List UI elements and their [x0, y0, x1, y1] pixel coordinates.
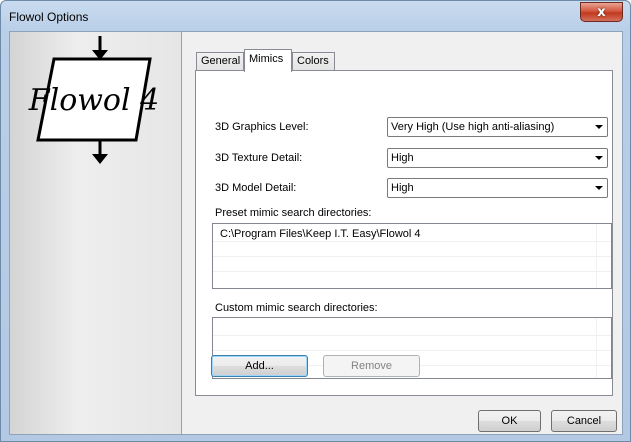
list-item[interactable]: C:\Program Files\Keep I.T. Easy\Flowol 4	[213, 227, 611, 242]
graphics-level-value: Very High (Use high anti-aliasing)	[391, 121, 555, 133]
chevron-down-icon	[595, 186, 603, 190]
texture-detail-value: High	[391, 152, 414, 164]
graphics-level-label: 3D Graphics Level:	[215, 121, 309, 133]
window-title: Flowol Options	[9, 10, 89, 24]
texture-detail-label: 3D Texture Detail:	[215, 152, 303, 164]
remove-button[interactable]: Remove	[323, 355, 420, 377]
cancel-button-label: Cancel	[566, 415, 602, 427]
ok-button-label: OK	[501, 415, 518, 427]
model-detail-value: High	[391, 182, 414, 194]
add-button[interactable]: Add...	[211, 355, 308, 377]
title-bar[interactable]: Flowol Options x	[1, 1, 630, 31]
custom-directories-label: Custom mimic search directories:	[215, 302, 378, 314]
tab-colors-label: Colors	[297, 55, 329, 67]
ok-button[interactable]: OK	[478, 410, 541, 432]
texture-detail-dropdown[interactable]: High	[387, 148, 608, 168]
cancel-button[interactable]: Cancel	[551, 410, 617, 432]
tab-general[interactable]: General	[196, 52, 244, 71]
graphics-level-dropdown[interactable]: Very High (Use high anti-aliasing)	[387, 117, 608, 137]
chevron-down-icon	[595, 125, 603, 129]
options-window: Flowol Options x Flowol 4 General Mimics…	[0, 0, 631, 442]
tab-mimics[interactable]: Mimics	[244, 49, 292, 72]
preset-directories-list[interactable]: C:\Program Files\Keep I.T. Easy\Flowol 4	[212, 223, 612, 289]
arrow-down-icon	[92, 140, 108, 164]
dialog-client-area: Flowol 4 General Mimics Colors 3D Graphi…	[9, 31, 623, 435]
arrow-down-icon	[92, 36, 108, 60]
flowol-logo: Flowol 4	[28, 36, 159, 164]
tab-colors[interactable]: Colors	[292, 52, 335, 71]
remove-button-label: Remove	[351, 360, 392, 372]
list-item	[213, 257, 611, 272]
list-item	[213, 336, 611, 351]
model-detail-label: 3D Model Detail:	[215, 182, 297, 194]
tab-general-label: General	[201, 55, 241, 67]
preset-directory-path: C:\Program Files\Keep I.T. Easy\Flowol 4	[220, 228, 421, 240]
chevron-down-icon	[595, 156, 603, 160]
model-detail-dropdown[interactable]: High	[387, 178, 608, 198]
preset-directories-label: Preset mimic search directories:	[215, 207, 372, 219]
close-icon: x	[597, 4, 606, 20]
close-button[interactable]: x	[580, 2, 623, 22]
mimics-tab-panel: 3D Graphics Level: Very High (Use high a…	[195, 70, 613, 396]
list-item	[213, 242, 611, 257]
list-item	[213, 321, 611, 336]
logo-text: Flowol 4	[28, 83, 159, 118]
logo-panel: Flowol 4	[10, 32, 182, 434]
add-button-label: Add...	[245, 360, 274, 372]
tab-mimics-label: Mimics	[249, 53, 284, 65]
